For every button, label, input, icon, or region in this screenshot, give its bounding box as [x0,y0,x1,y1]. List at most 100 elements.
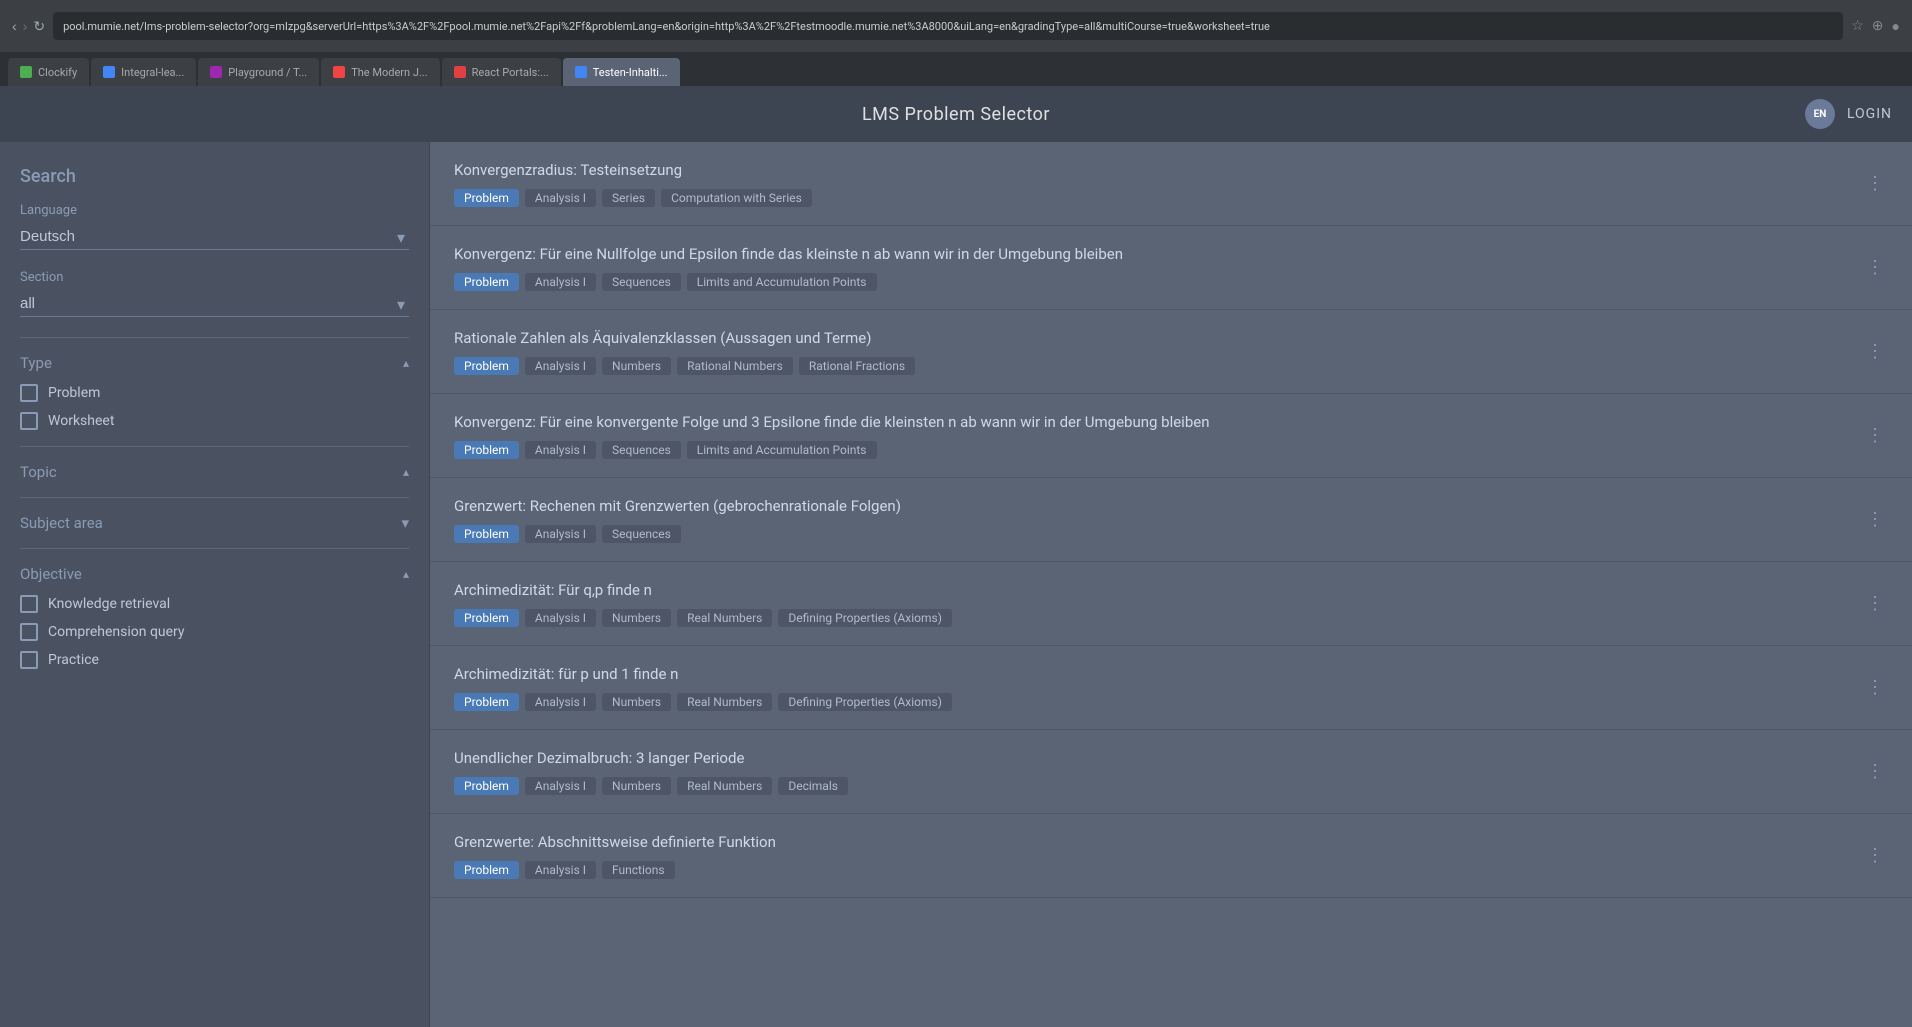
language-select[interactable]: Deutsch English [20,224,409,250]
browser-nav-controls: ‹ › ↻ [12,18,45,35]
objective-knowledge-checkbox[interactable] [20,595,38,613]
login-button[interactable]: LOGIN [1847,106,1892,122]
tag-type: Problem [454,273,519,291]
tag-type: Problem [454,609,519,627]
problem-info: Unendlicher Dezimalbruch: 3 langer Perio… [454,748,1862,795]
tab-integral[interactable]: Integral-lea... [91,58,196,86]
language-badge[interactable]: EN [1805,99,1835,129]
subject-area-chevron-icon: ▾ [401,514,409,532]
type-filter-header[interactable]: Type ▴ [20,354,409,372]
objective-practice-checkbox[interactable] [20,651,38,669]
tag-category: Computation with Series [661,189,812,207]
tag-category: Numbers [602,777,671,795]
type-label: Type [20,354,52,372]
reload-button[interactable]: ↻ [33,18,45,35]
subject-area-filter: Subject area ▾ [20,514,409,532]
browser-chrome: ‹ › ↻ pool.mumie.net/lms-problem-selecto… [0,0,1912,52]
objective-comprehension-item[interactable]: Comprehension query [20,623,409,641]
tab-label: The Modern J... [351,66,427,79]
section-select[interactable]: all [20,291,409,317]
divider4 [20,548,409,549]
tag-category: Real Numbers [677,777,772,795]
type-problem-checkbox[interactable] [20,384,38,402]
type-worksheet-item[interactable]: Worksheet [20,412,409,430]
topic-label: Topic [20,463,57,481]
more-options-icon[interactable]: ⋮ [1862,257,1888,278]
sidebar: Search Language Deutsch English Section … [0,142,430,1027]
section-select-wrapper: all [20,291,409,317]
objective-practice-item[interactable]: Practice [20,651,409,669]
problem-title: Konvergenz: Für eine Nullfolge und Epsil… [454,244,1862,265]
objective-chevron-icon: ▴ [403,567,409,581]
tag-category: Analysis I [525,441,596,459]
content-area: Konvergenzradius: TesteinsetzungProblemA… [430,142,1912,1027]
problem-item[interactable]: Grenzwerte: Abschnittsweise definierte F… [430,814,1912,898]
tag-type: Problem [454,189,519,207]
topic-filter: Topic ▴ [20,463,409,481]
tab-label: React Portals:... [472,66,549,79]
objective-comprehension-checkbox[interactable] [20,623,38,641]
tab-favicon [103,66,115,78]
tab-label: Clockify [38,66,77,79]
tab-label: Playground / T... [228,66,307,79]
subject-area-label: Subject area [20,514,103,532]
tab-favicon [210,66,222,78]
forward-button[interactable]: › [23,18,28,34]
type-chevron-icon: ▴ [403,356,409,370]
more-options-icon[interactable]: ⋮ [1862,845,1888,866]
more-options-icon[interactable]: ⋮ [1862,509,1888,530]
more-options-icon[interactable]: ⋮ [1862,593,1888,614]
objective-filter-header[interactable]: Objective ▴ [20,565,409,583]
search-section-title: Search [20,166,409,187]
tag-category: Analysis I [525,525,596,543]
tag-category: Numbers [602,609,671,627]
type-worksheet-checkbox[interactable] [20,412,38,430]
tag-category: Defining Properties (Axioms) [778,609,952,627]
tag-category: Analysis I [525,273,596,291]
objective-filter: Objective ▴ Knowledge retrieval Comprehe… [20,565,409,669]
tag-category: Numbers [602,693,671,711]
problem-item[interactable]: Konvergenz: Für eine konvergente Folge u… [430,394,1912,478]
back-button[interactable]: ‹ [12,18,17,34]
tab-react[interactable]: React Portals:... [442,58,561,86]
extensions-icon[interactable]: ⊕ [1872,18,1884,34]
problem-item[interactable]: Konvergenzradius: TesteinsetzungProblemA… [430,142,1912,226]
problem-item[interactable]: Unendlicher Dezimalbruch: 3 langer Perio… [430,730,1912,814]
tag-category: Functions [602,861,675,879]
tag-category: Limits and Accumulation Points [687,273,877,291]
problem-item[interactable]: Grenzwert: Rechenen mit Grenzwerten (geb… [430,478,1912,562]
divider [20,337,409,338]
more-options-icon[interactable]: ⋮ [1862,173,1888,194]
problem-info: Konvergenz: Für eine Nullfolge und Epsil… [454,244,1862,291]
address-bar[interactable]: pool.mumie.net/lms-problem-selector?org=… [53,12,1843,40]
divider2 [20,446,409,447]
section-filter: Section all [20,270,409,317]
tag-category: Numbers [602,357,671,375]
problem-item[interactable]: Rationale Zahlen als Äquivalenzklassen (… [430,310,1912,394]
tab-testen[interactable]: Testen-Inhalti... [563,58,680,86]
tag-category: Analysis I [525,861,596,879]
url-text: pool.mumie.net/lms-problem-selector?org=… [63,20,1270,33]
problem-tags: ProblemAnalysis INumbersReal NumbersDefi… [454,609,1862,627]
problem-title: Rationale Zahlen als Äquivalenzklassen (… [454,328,1862,349]
tab-modern[interactable]: The Modern J... [321,58,439,86]
tab-playground[interactable]: Playground / T... [198,58,319,86]
problem-item[interactable]: Konvergenz: Für eine Nullfolge und Epsil… [430,226,1912,310]
objective-knowledge-item[interactable]: Knowledge retrieval [20,595,409,613]
problem-item[interactable]: Archimedizität: Für q,p finde nProblemAn… [430,562,1912,646]
section-label: Section [20,270,409,285]
profile-icon[interactable]: ● [1892,18,1900,35]
problem-info: Konvergenz: Für eine konvergente Folge u… [454,412,1862,459]
more-options-icon[interactable]: ⋮ [1862,341,1888,362]
problem-item[interactable]: Archimedizität: für p und 1 finde nProbl… [430,646,1912,730]
tag-category: Analysis I [525,189,596,207]
type-problem-item[interactable]: Problem [20,384,409,402]
bookmark-icon[interactable]: ☆ [1851,18,1864,34]
more-options-icon[interactable]: ⋮ [1862,425,1888,446]
tag-category: Rational Fractions [799,357,915,375]
topic-filter-header[interactable]: Topic ▴ [20,463,409,481]
more-options-icon[interactable]: ⋮ [1862,677,1888,698]
tab-clockify[interactable]: Clockify [8,58,89,86]
more-options-icon[interactable]: ⋮ [1862,761,1888,782]
subject-area-header[interactable]: Subject area ▾ [20,514,409,532]
